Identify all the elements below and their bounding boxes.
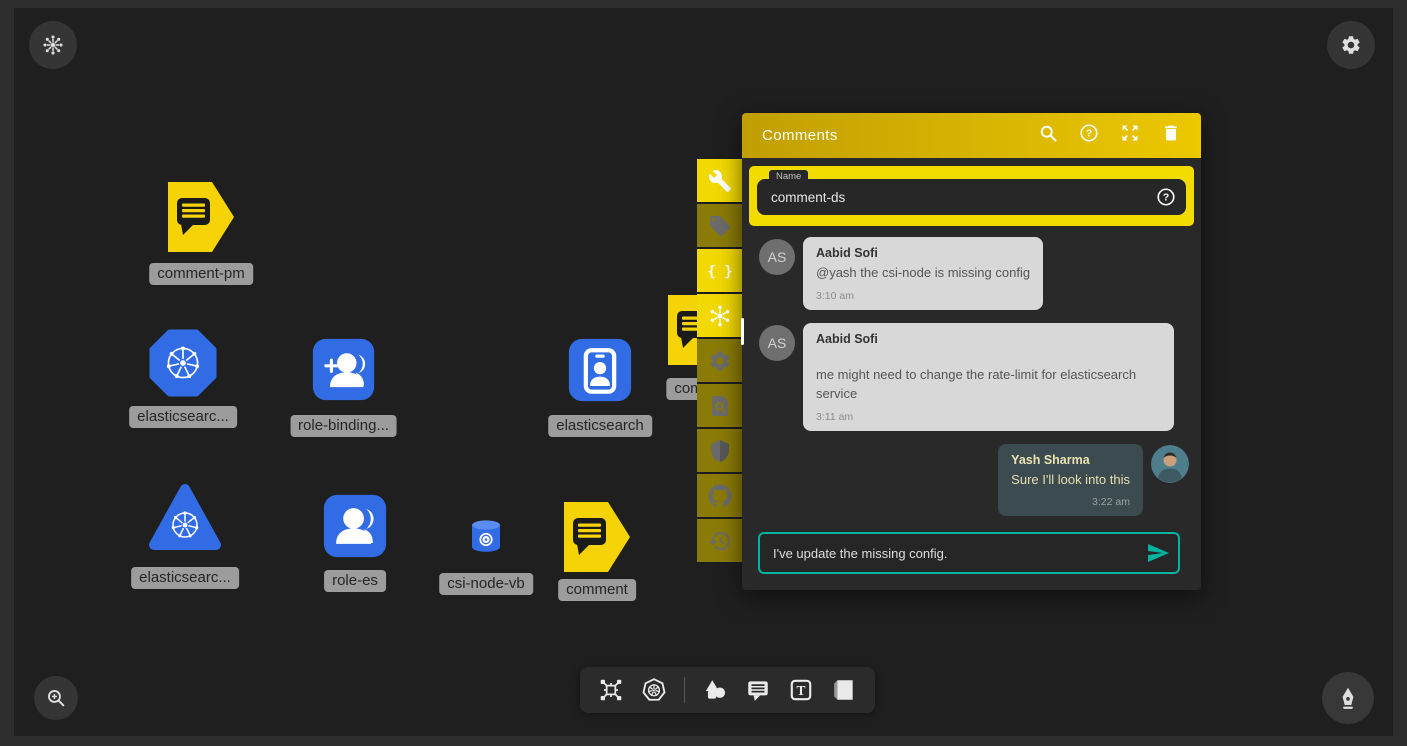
gear-icon <box>1340 34 1362 56</box>
message-time: 3:10 am <box>816 290 1030 302</box>
node-comment[interactable] <box>564 502 630 572</box>
kubernetes-icon <box>708 304 732 328</box>
zoom-in-icon <box>45 687 67 709</box>
message-author: Aabid Sofi <box>816 246 1030 260</box>
node-comment-pm[interactable] <box>168 182 234 252</box>
shape-toolbar: T <box>580 667 875 713</box>
zoom-button[interactable] <box>34 676 78 720</box>
scrollbar-thumb[interactable] <box>741 318 744 345</box>
message: Yash Sharma Sure I'll look into this 3:22 … <box>759 444 1189 517</box>
gear-icon <box>708 349 732 373</box>
toolbar-shield-icon[interactable] <box>697 429 742 474</box>
text-tool-icon[interactable]: T <box>788 677 814 703</box>
toolbar-wrench-icon[interactable] <box>697 159 742 204</box>
doc-search-icon <box>708 394 732 418</box>
panel-title: Comments <box>762 127 1017 144</box>
search-icon[interactable] <box>1038 123 1058 143</box>
node-role-binding[interactable] <box>311 337 376 402</box>
comments-panel: Comments ? Name ? AS Aabid Sofi @yash the … <box>742 113 1201 590</box>
help-icon[interactable]: ? <box>1079 123 1099 143</box>
pen-tool-button[interactable] <box>1322 672 1374 724</box>
node-label: csi-node-vb <box>439 573 533 595</box>
avatar: AS <box>759 239 795 275</box>
svg-text:T: T <box>796 683 805 698</box>
comment-tool-icon[interactable] <box>745 677 771 703</box>
message-author: Yash Sharma <box>1011 453 1130 467</box>
node-elasticsearc[interactable] <box>148 482 222 552</box>
braces-icon: { } <box>708 259 732 283</box>
name-input[interactable] <box>757 190 1186 205</box>
node-elasticsearc[interactable] <box>149 329 217 397</box>
wrench-icon <box>708 169 732 193</box>
github-icon <box>708 484 732 508</box>
svg-text:{ }: { } <box>708 264 732 280</box>
element-toolbar: { } <box>697 159 742 564</box>
snowflake-icon <box>42 34 64 56</box>
message-author: Aabid Sofi <box>816 332 1161 346</box>
comments-panel-header: Comments ? <box>742 113 1201 158</box>
avatar: AS <box>759 325 795 361</box>
composer-input[interactable] <box>758 532 1180 574</box>
settings-button[interactable] <box>1327 21 1375 69</box>
message-list: AS Aabid Sofi @yash the csi-node is missin… <box>742 230 1201 518</box>
node-csi-node-vb[interactable] <box>468 518 504 555</box>
message-time: 3:22 am <box>1011 496 1130 508</box>
node-label: comment-pm <box>149 263 253 285</box>
toolbar-doc-search-icon[interactable] <box>697 384 742 429</box>
node-label: elasticsearc... <box>129 406 237 428</box>
toolbar-braces-icon[interactable]: { } <box>697 249 742 294</box>
component-icon[interactable] <box>598 677 624 703</box>
send-button[interactable] <box>1146 541 1170 565</box>
message-time: 3:11 am <box>816 411 1161 423</box>
composer <box>758 532 1180 574</box>
message-text: Sure I'll look into this <box>1011 471 1130 490</box>
expand-icon[interactable] <box>1120 123 1140 143</box>
message-bubble: Aabid Sofi @yash the csi-node is missing … <box>803 237 1043 310</box>
svg-text:?: ? <box>1086 129 1092 140</box>
trash-icon[interactable] <box>1161 123 1181 143</box>
shield-icon <box>708 439 732 463</box>
node-label: role-es <box>324 570 386 592</box>
toolbar-history-icon[interactable] <box>697 519 742 564</box>
node-role-es[interactable] <box>322 493 388 559</box>
kubernetes-wheel-icon[interactable] <box>641 677 667 703</box>
toolbar-github-icon[interactable] <box>697 474 742 519</box>
tag-icon <box>708 214 732 238</box>
message-text: me might need to change the rate-limit f… <box>816 366 1161 404</box>
name-field-wrapper: Name ? <box>749 166 1194 226</box>
node-label: elasticsearc... <box>131 567 239 589</box>
pen-nib-icon <box>1335 685 1361 711</box>
toolbar-divider <box>684 677 685 703</box>
node-label: elasticsearch <box>548 415 652 437</box>
note-tool-icon[interactable] <box>831 677 857 703</box>
message-bubble: Aabid Sofi me might need to change the ra… <box>803 323 1174 431</box>
message-text: @yash the csi-node is missing config <box>816 264 1030 283</box>
node-label: role-binding... <box>290 415 397 437</box>
history-icon <box>708 529 732 553</box>
message: AS Aabid Sofi @yash the csi-node is missin… <box>759 237 1189 310</box>
help-icon[interactable]: ? <box>1156 187 1176 207</box>
shapes-icon[interactable] <box>702 677 728 703</box>
send-icon <box>1146 541 1170 565</box>
name-field-label: Name <box>769 170 808 184</box>
message-bubble: Yash Sharma Sure I'll look into this 3:22 … <box>998 444 1143 517</box>
message: AS Aabid Sofi me might need to change the … <box>759 323 1189 431</box>
app-menu-button[interactable] <box>29 21 77 69</box>
node-elasticsearch[interactable] <box>567 337 633 403</box>
toolbar-gear-icon[interactable] <box>697 339 742 384</box>
node-label: comment <box>558 579 636 601</box>
avatar <box>1151 445 1189 483</box>
toolbar-tag-icon[interactable] <box>697 204 742 249</box>
toolbar-kubernetes-icon[interactable] <box>697 294 742 339</box>
svg-text:?: ? <box>1163 193 1169 204</box>
diagram-canvas[interactable]: comment-pm elasticsearc... role-binding...… <box>14 8 1393 736</box>
